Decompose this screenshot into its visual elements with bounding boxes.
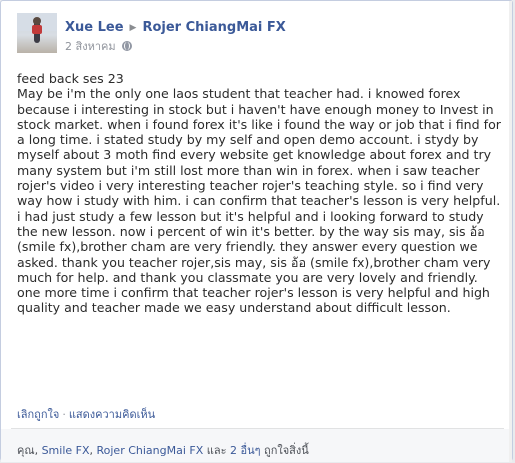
post-timestamp[interactable]: 2 สิงหาคม (65, 40, 116, 53)
likes-bar: คุณ, Smile FX, Rojer ChiangMai FX และ 2 … (1, 429, 512, 462)
likes-suffix: ถูกใจสิ่งนี้ (260, 444, 309, 457)
post-actions: เลิกถูกใจ · แสดงความคิดเห็น (17, 405, 155, 423)
likes-summary: คุณ, Smile FX, Rojer ChiangMai FX และ 2 … (17, 441, 309, 459)
unlike-button[interactable]: เลิกถูกใจ (17, 408, 59, 421)
likes-you: คุณ, (17, 444, 42, 457)
author-avatar[interactable] (17, 13, 57, 53)
avatar-head (33, 17, 41, 25)
likes-comma: , (89, 444, 97, 457)
post-header: Xue Lee ▶ Rojer ChiangMai FX 2 สิงหาคม (17, 13, 507, 57)
post-timestamp-line: 2 สิงหาคม (65, 37, 132, 55)
post-author-line: Xue Lee ▶ Rojer ChiangMai FX (65, 16, 286, 35)
author-name[interactable]: Xue Lee (65, 20, 124, 35)
liker-rojer-chiangmai-fx[interactable]: Rojer ChiangMai FX (97, 444, 204, 457)
action-separator: · (62, 408, 66, 421)
liker-smile-fx[interactable]: Smile FX (42, 444, 90, 457)
post-title-line: feed back ses 23 (17, 71, 124, 86)
avatar-shirt (32, 25, 42, 34)
target-page-name[interactable]: Rojer ChiangMai FX (142, 20, 285, 35)
likes-and: และ (203, 444, 231, 457)
post-card: Xue Lee ▶ Rojer ChiangMai FX 2 สิงหาคม fee… (0, 0, 513, 462)
scrollbar[interactable] (509, 1, 512, 462)
post-message: feed back ses 23 May be i'm the only one… (17, 71, 505, 316)
comment-button[interactable]: แสดงความคิดเห็น (69, 408, 155, 421)
globe-icon[interactable] (121, 41, 132, 51)
post-body: May be i'm the only one laos student tha… (17, 86, 501, 316)
likers-others-link[interactable]: 2 อื่นๆ (230, 444, 261, 457)
arrow-right-icon: ▶ (129, 23, 137, 33)
